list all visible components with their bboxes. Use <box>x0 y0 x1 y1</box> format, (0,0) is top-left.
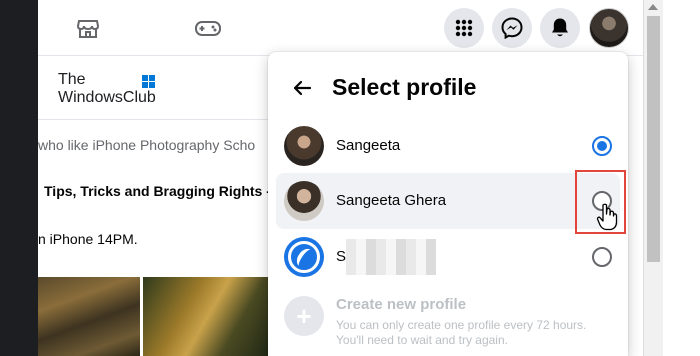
avatar <box>284 126 324 166</box>
notifications-bell-icon <box>552 18 568 37</box>
feed-post-title[interactable]: Tips, Tricks and Bragging Rights - <box>44 183 271 199</box>
select-profile-panel: Select profile Sangeeta Sangeeta Ghera S… <box>268 52 628 356</box>
avatar <box>284 181 324 221</box>
left-edge-strip <box>0 0 38 356</box>
feed-photo-tree[interactable] <box>38 277 140 356</box>
create-new-profile-item: + Create new profile You can only create… <box>276 286 620 356</box>
profile-radio-selected[interactable] <box>592 136 612 156</box>
create-profile-note-line2: You'll need to wait and try again. <box>336 333 508 347</box>
top-navigation-bar <box>38 0 643 56</box>
profile-row-sangeeta[interactable]: Sangeeta <box>276 118 620 174</box>
profile-name: Sangeeta <box>336 137 401 154</box>
marketplace-icon[interactable] <box>72 12 104 44</box>
profile-name: S <box>336 248 347 265</box>
profile-row-page[interactable]: S <box>276 229 620 285</box>
background-feed: The WindowsClub who like iPhone Photogra… <box>38 57 278 356</box>
gaming-icon[interactable] <box>192 12 224 44</box>
watermark-line1: The <box>58 71 86 88</box>
windows-logo-icon <box>142 75 156 89</box>
watermark-line2: WindowsClub <box>58 89 156 106</box>
feed-divider <box>38 119 278 120</box>
menu-grid-button[interactable] <box>444 8 484 48</box>
profile-row-sangeeta-ghera[interactable]: Sangeeta Ghera <box>276 173 620 229</box>
profile-radio[interactable] <box>592 247 612 267</box>
messenger-button[interactable] <box>492 8 532 48</box>
panel-header: Select profile <box>268 66 628 110</box>
redacted-name-block <box>346 239 436 275</box>
feed-group-description: who like iPhone Photography Scho <box>38 137 256 153</box>
right-edge-strip <box>663 0 700 356</box>
page-scrollbar[interactable] <box>643 0 663 356</box>
feed-post-text: n iPhone 14PM. <box>38 231 138 247</box>
create-profile-note-line1: You can only create one profile every 72… <box>336 318 587 332</box>
scroll-up-arrow-icon[interactable] <box>648 4 658 10</box>
watermark-logo: The WindowsClub <box>58 71 168 111</box>
messenger-icon <box>501 17 523 39</box>
profile-name: Sangeeta Ghera <box>336 192 447 209</box>
hand-pointer-cursor-icon <box>596 203 618 231</box>
account-avatar[interactable] <box>589 8 629 48</box>
menu-grid-icon <box>455 19 473 37</box>
create-profile-title: Create new profile <box>336 296 467 313</box>
plus-icon: + <box>284 296 324 336</box>
panel-title: Select profile <box>332 74 477 100</box>
scrollbar-thumb[interactable] <box>647 16 660 262</box>
notifications-button[interactable] <box>540 8 580 48</box>
feed-photo-forest[interactable] <box>143 277 273 356</box>
back-button[interactable] <box>284 70 320 106</box>
back-arrow-icon <box>293 80 312 96</box>
page-avatar <box>284 237 324 277</box>
